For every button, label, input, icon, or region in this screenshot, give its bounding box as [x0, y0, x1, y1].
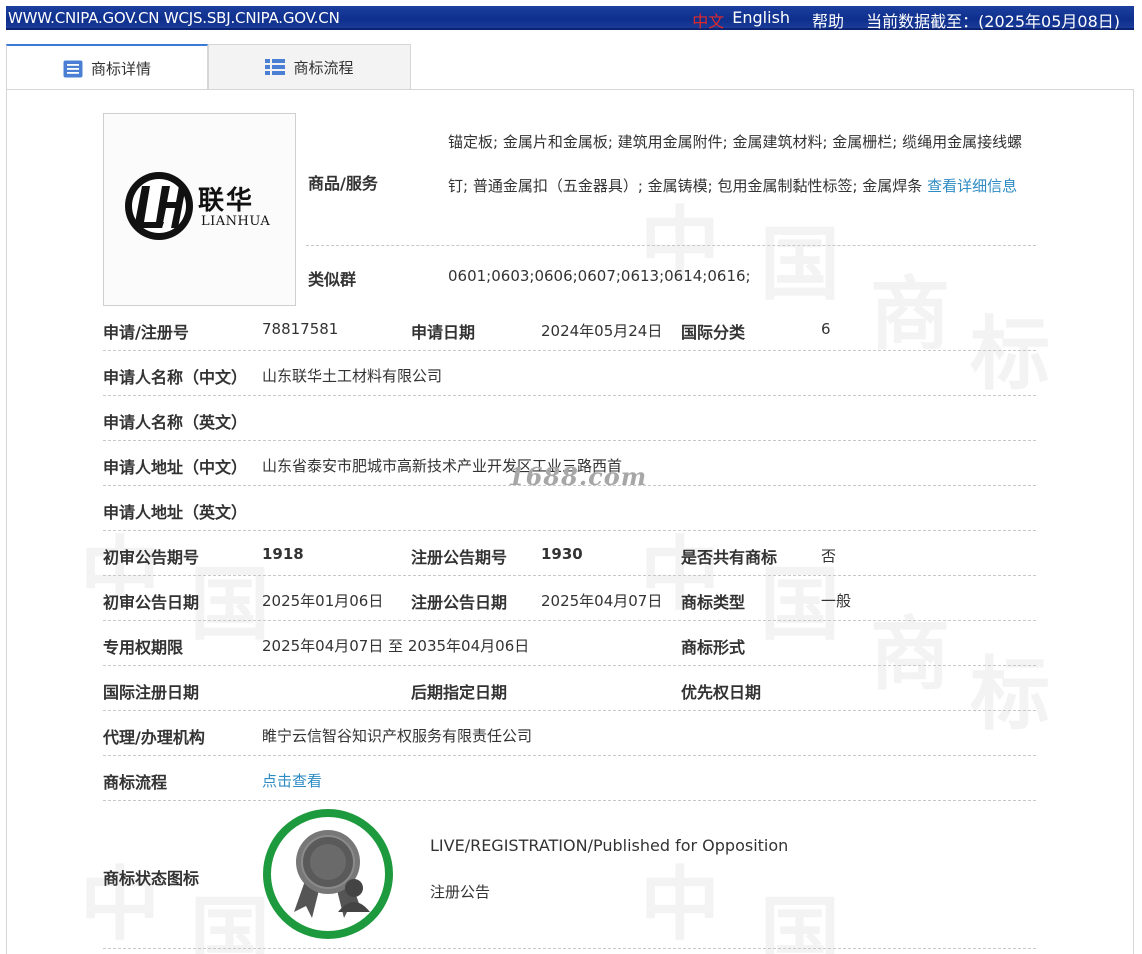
divider: [103, 620, 1036, 621]
applicant-name-cn-label: 申请人名称（中文）: [103, 368, 248, 387]
status-cn: 注册公告: [430, 883, 491, 901]
reg-pub-date-value: 2025年04月07日: [541, 592, 663, 610]
status-badge: [262, 808, 394, 940]
applicant-addr-en-label: 申请人地址（英文）: [103, 503, 248, 522]
tm-form-label: 商标形式: [681, 638, 746, 657]
tab-label: 商标详情: [90, 60, 151, 78]
intl-class-label: 国际分类: [681, 323, 746, 342]
applicant-name-cn-value: 山东联华土工材料有限公司: [262, 367, 443, 385]
prelim-no-label: 初审公告期号: [103, 548, 200, 567]
applicant-name-en-label: 申请人名称（英文）: [103, 413, 248, 432]
data-date: 当前数据截至：(2025年05月08日): [866, 12, 1120, 31]
intl-reg-date-label: 国际注册日期: [103, 683, 200, 702]
app-date-value: 2024年05月24日: [541, 322, 663, 340]
divider: [103, 350, 1036, 351]
divider: [103, 800, 1036, 801]
tab-label: 商标流程: [293, 58, 354, 77]
reg-pub-no-label: 注册公告期号: [411, 548, 508, 567]
site-urls: WWW.CNIPA.GOV.CN WCJS.SBJ.CNIPA.GOV.CN: [8, 9, 340, 27]
tm-type-label: 商标类型: [681, 593, 746, 612]
table-icon: [265, 58, 286, 76]
agent-value: 睢宁云信智谷知识产权服务有限责任公司: [262, 727, 533, 745]
divider: [103, 440, 1036, 441]
agent-label: 代理/办理机构: [103, 728, 205, 747]
status-icon-label: 商标状态图标: [103, 869, 200, 888]
intl-class-value: 6: [821, 320, 831, 338]
reg-no-label: 申请/注册号: [103, 323, 189, 342]
logo-brand-cn: 联华: [198, 186, 255, 216]
similar-group-label: 类似群: [308, 270, 357, 289]
excl-period-label: 专用权期限: [103, 638, 184, 657]
similar-group-value: 0601;0603;0606;0607;0613;0614;0616;: [448, 267, 751, 285]
help-link[interactable]: 帮助: [812, 8, 844, 32]
later-date-label: 后期指定日期: [411, 683, 508, 702]
reg-pub-no-value: 1930: [541, 545, 583, 563]
flow-label: 商标流程: [103, 773, 168, 792]
watermark-1688: 1688.com: [508, 462, 648, 491]
divider: [103, 575, 1036, 576]
logo-brand-en: LIANHUA: [201, 214, 271, 229]
reg-pub-date-label: 注册公告日期: [411, 593, 508, 612]
registration-badge-icon: [263, 809, 393, 939]
divider: [103, 710, 1036, 711]
tm-type-value: 一般: [821, 592, 852, 610]
prelim-date-label: 初审公告日期: [103, 593, 200, 612]
goods-list: 锚定板; 金属片和金属板; 建筑用金属附件; 金属建筑材料; 金属栅栏; 缆绳用…: [448, 120, 1040, 208]
flow-view-link[interactable]: 点击查看: [262, 770, 322, 791]
view-details-link[interactable]: 查看详细信息: [927, 177, 1017, 195]
excl-period-value: 2025年04月07日 至 2035年04月06日: [262, 637, 530, 655]
divider: [306, 245, 1036, 246]
prelim-no-value: 1918: [262, 545, 304, 563]
shared-value: 否: [821, 547, 837, 565]
top-bar: WWW.CNIPA.GOV.CN WCJS.SBJ.CNIPA.GOV.CN 中…: [6, 6, 1134, 32]
tab-trademark-flow[interactable]: 商标流程: [208, 44, 411, 90]
status-en: LIVE/REGISTRATION/Published for Oppositi…: [430, 836, 789, 855]
lang-chinese-link[interactable]: 中文: [692, 8, 724, 32]
priority-date-label: 优先权日期: [681, 683, 762, 702]
divider: [103, 948, 1036, 949]
trademark-image[interactable]: 联华 LIANHUA: [103, 113, 296, 306]
lang-english-link[interactable]: English: [732, 8, 790, 32]
divider: [103, 395, 1036, 396]
tab-bar: 商标详情 商标流程: [6, 44, 1134, 91]
list-icon: [63, 60, 83, 78]
divider: [103, 755, 1036, 756]
divider: [103, 665, 1036, 666]
goods-label: 商品/服务: [308, 174, 378, 193]
divider: [103, 530, 1036, 531]
tab-trademark-details[interactable]: 商标详情: [6, 44, 208, 91]
applicant-addr-cn-label: 申请人地址（中文）: [103, 458, 248, 477]
reg-no-value: 78817581: [262, 320, 339, 338]
shared-label: 是否共有商标: [681, 548, 778, 567]
prelim-date-value: 2025年01月06日: [262, 592, 384, 610]
app-date-label: 申请日期: [411, 323, 476, 342]
